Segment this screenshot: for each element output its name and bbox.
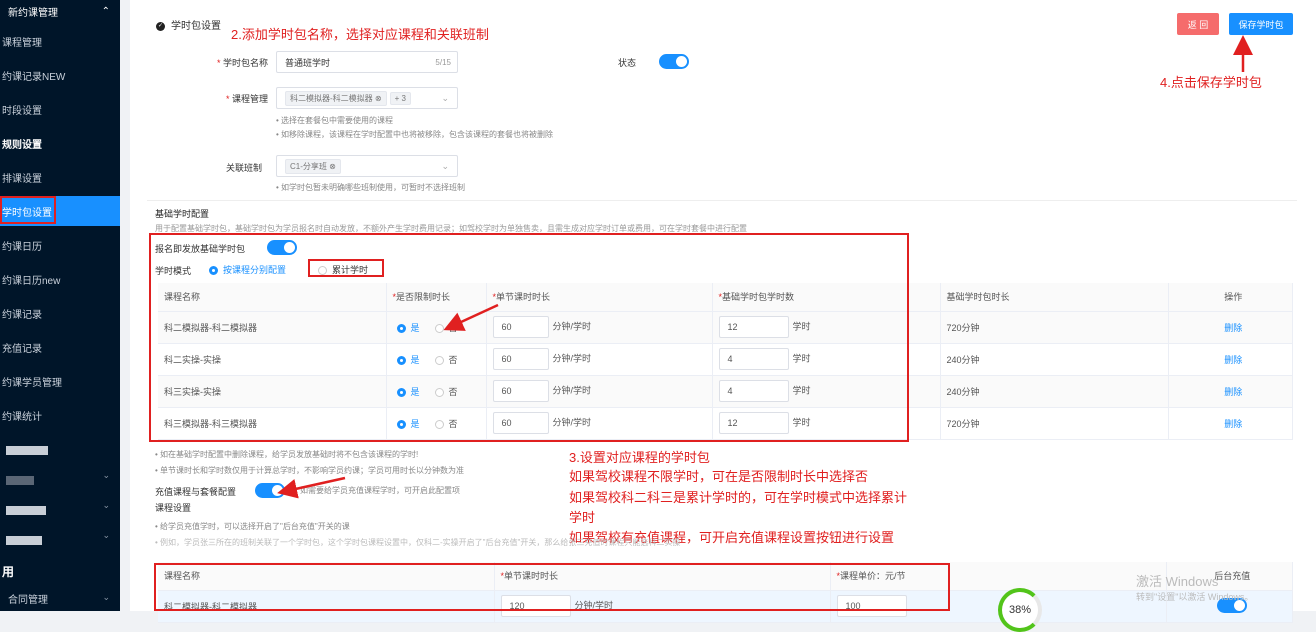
sidebar-item-label: 合同管理 <box>8 594 48 606</box>
sidebar-item-rules[interactable]: 规则设置 <box>0 128 120 158</box>
sidebar-item-booking-records[interactable]: 约课记录 <box>0 298 120 328</box>
sidebar-item-label: 约课记录NEW <box>2 71 66 83</box>
sidebar-blurred-item <box>6 536 42 545</box>
chevron-up-icon: ⌃ <box>101 5 110 17</box>
class-hint: • 如学时包暂未明确哪些班制使用，可暂时不选择班制 <box>276 183 466 192</box>
package-name-input[interactable]: 普通班学时 5/15 <box>276 51 458 73</box>
total-duration: 240分钟 <box>940 375 1169 408</box>
sidebar-item-label: 约课记录 <box>2 309 42 321</box>
class-tag[interactable]: C1-分享班 ⊗ <box>285 158 341 174</box>
course-hint-2: • 如移除课程，该课程在学时配置中也将被移除，包含该课程的套餐也将被删除 <box>276 130 554 139</box>
sidebar-item-calendar-new[interactable]: 约课日历new <box>0 264 120 294</box>
sidebar-item-recharge-records[interactable]: 充值记录 <box>0 332 120 362</box>
sidebar-blurred-item <box>6 446 48 455</box>
watermark-line-1: 激活 Windows <box>1136 574 1219 589</box>
sidebar-item-label: 课程管理 <box>2 37 42 49</box>
recharge-hint-2: • 例如，学员张三所在的班制关联了一个学时包，这个学时包课程设置中，仅科二-实操… <box>155 538 681 547</box>
sidebar-group-label: 用 <box>2 564 15 579</box>
basic-note-2: • 单节课时长和学时数仅用于计算总学时，不影响学员约课；学员可用时长以分钟数为准 <box>155 466 465 475</box>
sidebar-item-label: 充值记录 <box>2 343 42 355</box>
basic-note-1: • 如在基础学时配置中删除课程，给学员发放基础时将不包含该课程的学时! <box>155 450 419 459</box>
page-title: ✓ 学时包设置 <box>156 21 221 32</box>
sidebar-item-time-slot[interactable]: 时段设置 <box>0 94 120 124</box>
save-package-button[interactable]: 保存学时包 <box>1229 13 1293 35</box>
total-duration: 720分钟 <box>940 311 1169 344</box>
course-select[interactable]: 科二模拟器-科二模拟器 ⊗ + 3 ⌄ <box>276 87 458 109</box>
course-more-tag: + 3 <box>389 91 411 105</box>
annotation-step-2: 2.添加学时包名称，选择对应课程和关联班制 <box>231 27 489 42</box>
chevron-down-icon[interactable]: ⌄ <box>102 530 110 541</box>
sidebar-group-header[interactable]: 新约课管理 ⌃ <box>0 0 120 22</box>
col-header: 基础学时包时长 <box>940 283 1169 312</box>
watermark-line-2: 转到"设置"以激活 Windows。 <box>1136 592 1254 602</box>
col-header: 操作 <box>1168 283 1293 312</box>
delete-link[interactable]: 删除 <box>1168 311 1293 344</box>
sidebar-item-label: 规则设置 <box>2 139 42 151</box>
package-name-label: * 学时包名称 <box>216 58 268 68</box>
course-tag[interactable]: 科二模拟器-科二模拟器 ⊗ <box>285 90 387 106</box>
sidebar-group-label: 新约课管理 <box>8 7 58 19</box>
sidebar-item-label: 约课日历 <box>2 241 42 253</box>
course-label: * 课程管理 <box>225 94 268 104</box>
check-circle-icon: ✓ <box>156 21 165 31</box>
sidebar-highlight-box <box>0 196 56 224</box>
sidebar-item-statistics[interactable]: 约课统计 <box>0 400 120 430</box>
course-setting-title: 课程设置 <box>155 503 192 513</box>
back-button[interactable]: 返 回 <box>1177 13 1219 35</box>
chevron-down-icon[interactable]: ⌄ <box>102 500 110 511</box>
char-count: 5/15 <box>435 57 451 67</box>
sidebar-item-label: 时段设置 <box>2 105 42 117</box>
class-select[interactable]: C1-分享班 ⊗ ⌄ <box>276 155 458 177</box>
sidebar: 新约课管理 ⌃ 课程管理 约课记录NEW 时段设置 规则设置 排课设置 学时包设… <box>0 0 120 611</box>
chevron-down-icon[interactable]: ⌄ <box>102 592 110 603</box>
annotation-step-3-line3: 如果驾校科二科三是累计学时的，可在学时模式中选择累计 <box>569 490 908 505</box>
sidebar-blurred-item <box>6 506 46 515</box>
divider <box>147 200 1297 201</box>
sidebar-item-label: 约课日历new <box>2 275 61 287</box>
recharge-hint-1: • 给学员充值学时，可以选择开启了"后台充值"开关的课 <box>155 522 350 531</box>
chevron-down-icon: ⌄ <box>441 160 449 171</box>
delete-link[interactable]: 删除 <box>1168 375 1293 408</box>
sidebar-blurred-item <box>6 476 34 485</box>
basic-config-title: 基础学时配置 <box>155 209 210 219</box>
chevron-down-icon[interactable]: ⌄ <box>102 470 110 481</box>
sidebar-item-students[interactable]: 约课学员管理 <box>0 366 120 396</box>
progress-ring: 38% <box>998 588 1042 632</box>
sidebar-item-label: 排课设置 <box>2 173 42 185</box>
annotation-step-4: 4.点击保存学时包 <box>1160 75 1262 90</box>
total-duration: 240分钟 <box>940 343 1169 376</box>
sidebar-item-course[interactable]: 课程管理 <box>0 26 120 56</box>
delete-link[interactable]: 删除 <box>1168 343 1293 376</box>
chevron-down-icon: ⌄ <box>441 92 449 103</box>
delete-link[interactable]: 删除 <box>1168 407 1293 440</box>
class-label: 关联班制 <box>225 163 262 173</box>
sidebar-item-schedule[interactable]: 排课设置 <box>0 162 120 192</box>
sidebar-item-records-new[interactable]: 约课记录NEW <box>0 60 120 90</box>
annotation-step-3-line4: 学时 <box>569 510 596 525</box>
total-duration: 720分钟 <box>940 407 1169 440</box>
recharge-config-label: 充值课程与套餐配置 <box>155 487 237 497</box>
status-label: 状态 <box>618 58 637 68</box>
annotation-box-recharge <box>154 563 950 611</box>
recharge-config-tail: 如需要给学员充值课程学时，可开启此配置项 <box>300 486 460 495</box>
course-hint-1: • 选择在套餐包中需要使用的课程 <box>276 116 394 125</box>
recharge-config-toggle[interactable] <box>255 483 285 498</box>
status-toggle[interactable] <box>659 54 689 69</box>
main-panel: ✓ 学时包设置 2.添加学时包名称，选择对应课程和关联班制 返 回 保存学时包 4… <box>130 0 1316 632</box>
sidebar-item-label: 约课统计 <box>2 411 42 423</box>
annotation-step-3-line1: 3.设置对应课程的学时包 <box>569 450 710 465</box>
annotation-box-basic <box>149 233 909 442</box>
sidebar-item-label: 约课学员管理 <box>2 377 62 389</box>
sidebar-item-calendar[interactable]: 约课日历 <box>0 230 120 260</box>
annotation-step-3-line2: 如果驾校课程不限学时，可在是否限制时长中选择否 <box>569 469 869 484</box>
